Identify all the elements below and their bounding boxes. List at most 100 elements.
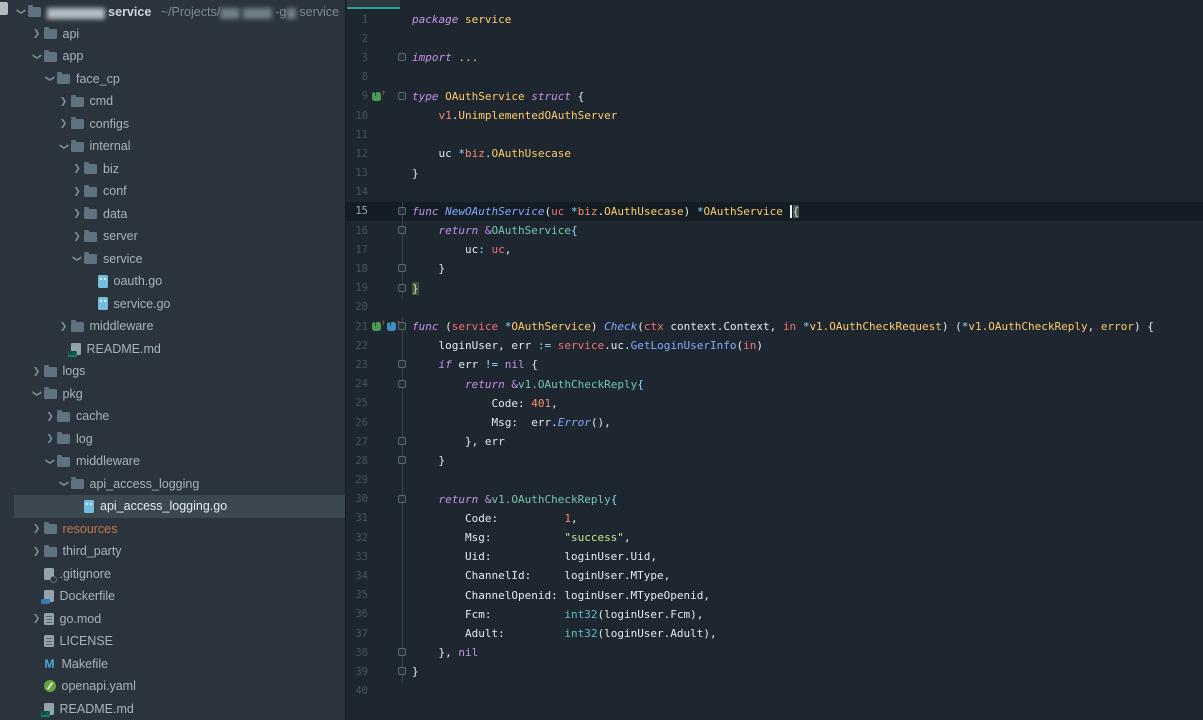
code-line-30[interactable]: 30 return &v1.OAuthCheckReply{ <box>346 490 1203 509</box>
fold-marker-icon[interactable] <box>396 202 412 221</box>
fold-marker-icon[interactable] <box>396 87 412 106</box>
tree-item-dockerfile[interactable]: ❯Dockerfile <box>0 585 345 608</box>
tree-item-readme-md[interactable]: ❯README.md <box>0 698 345 720</box>
code-line-22[interactable]: 22 loginUser, err := service.uc.GetLogin… <box>346 336 1203 355</box>
code-line-33[interactable]: 33 Uid: loginUser.Uid, <box>346 547 1203 566</box>
chevron-down-icon[interactable]: ❯ <box>58 477 69 491</box>
chevron-down-icon[interactable]: ❯ <box>16 4 27 18</box>
code-line-35[interactable]: 35 ChannelOpenid: loginUser.MTypeOpenid, <box>346 586 1203 605</box>
fold-marker-icon[interactable] <box>396 662 412 681</box>
editor-tab-indicator[interactable] <box>347 0 400 9</box>
code-line-21[interactable]: 21func (service *OAuthService) Check(ctx… <box>346 317 1203 336</box>
tree-item--gitignore[interactable]: ❯.gitignore <box>0 563 345 586</box>
fold-marker-icon[interactable] <box>396 375 412 394</box>
fold-marker-icon[interactable] <box>396 259 412 278</box>
fold-marker-icon[interactable] <box>396 317 412 336</box>
fold-marker-icon[interactable] <box>396 432 412 451</box>
chevron-down-icon[interactable]: ❯ <box>58 139 69 153</box>
overrides-blue-icon[interactable] <box>387 322 396 331</box>
chevron-down-icon[interactable]: ❯ <box>31 49 42 63</box>
tree-item-license[interactable]: ❯LICENSE <box>0 630 345 653</box>
tree-item-api-access-logging-go[interactable]: ❯api_access_logging.go <box>0 495 345 518</box>
code-line-16[interactable]: 16 return &OAuthService{ <box>346 221 1203 240</box>
code-line-8[interactable]: 8 <box>346 68 1203 87</box>
tree-item-log[interactable]: ❯log <box>0 428 345 451</box>
code-line-40[interactable]: 40 <box>346 682 1203 701</box>
code-line-27[interactable]: 27 }, err <box>346 432 1203 451</box>
chevron-right-icon[interactable]: ❯ <box>70 208 84 219</box>
code-line-14[interactable]: 14 <box>346 183 1203 202</box>
code-line-3[interactable]: 3import ... <box>346 48 1203 67</box>
code-line-13[interactable]: 13} <box>346 164 1203 183</box>
code-line-1[interactable]: 1package service <box>346 10 1203 29</box>
code-line-19[interactable]: 19} <box>346 279 1203 298</box>
code-line-20[interactable]: 20 <box>346 298 1203 317</box>
code-line-28[interactable]: 28 } <box>346 451 1203 470</box>
code-editor[interactable]: 1package service23import ...89type OAuth… <box>346 0 1203 720</box>
code-line-39[interactable]: 39} <box>346 662 1203 681</box>
fold-marker-icon[interactable] <box>396 48 412 67</box>
chevron-right-icon[interactable]: ❯ <box>70 231 84 242</box>
fold-marker-icon[interactable] <box>396 490 412 509</box>
code-line-2[interactable]: 2 <box>346 29 1203 48</box>
tree-item-resources[interactable]: ❯resources <box>0 518 345 541</box>
implements-green-icon[interactable] <box>372 322 381 331</box>
tree-item-go-mod[interactable]: ❯go.mod <box>0 608 345 631</box>
chevron-down-icon[interactable]: ❯ <box>72 252 83 266</box>
chevron-right-icon[interactable]: ❯ <box>43 411 57 422</box>
tree-item-api[interactable]: ❯api <box>0 23 345 46</box>
code-line-26[interactable]: 26 Msg: err.Error(), <box>346 413 1203 432</box>
chevron-right-icon[interactable]: ❯ <box>57 118 71 129</box>
code-line-36[interactable]: 36 Fcm: int32(loginUser.Fcm), <box>346 605 1203 624</box>
tree-item-third-party[interactable]: ❯third_party <box>0 540 345 563</box>
fold-marker-icon[interactable] <box>396 221 412 240</box>
chevron-down-icon[interactable]: ❯ <box>45 454 56 468</box>
tree-item-internal[interactable]: ❯internal <box>0 135 345 158</box>
chevron-down-icon[interactable]: ❯ <box>31 387 42 401</box>
chevron-right-icon[interactable]: ❯ <box>30 546 44 557</box>
tree-item-data[interactable]: ❯data <box>0 203 345 226</box>
code-line-9[interactable]: 9type OAuthService struct { <box>346 87 1203 106</box>
tree-item-cache[interactable]: ❯cache <box>0 405 345 428</box>
tree-item-middleware[interactable]: ❯middleware <box>0 315 345 338</box>
tree-item-oauth-go[interactable]: ❯oauth.go <box>0 270 345 293</box>
code-line-34[interactable]: 34 ChannelId: loginUser.MType, <box>346 566 1203 585</box>
chevron-right-icon[interactable]: ❯ <box>57 321 71 332</box>
code-line-37[interactable]: 37 Adult: int32(loginUser.Adult), <box>346 624 1203 643</box>
tree-item-configs[interactable]: ❯configs <box>0 113 345 136</box>
tree-item-middleware[interactable]: ❯middleware <box>0 450 345 473</box>
code-line-38[interactable]: 38 }, nil <box>346 643 1203 662</box>
tree-item-conf[interactable]: ❯conf <box>0 180 345 203</box>
chevron-down-icon[interactable]: ❯ <box>45 72 56 86</box>
chevron-right-icon[interactable]: ❯ <box>70 163 84 174</box>
tree-item-openapi-yaml[interactable]: ❯openapi.yaml <box>0 675 345 698</box>
tree-root-row[interactable]: ❯ ▆▆▆▆▆▆ service ~/Projects/▆▆ ▆▆▆ -g▆ s… <box>0 0 345 23</box>
fold-marker-icon[interactable] <box>396 279 412 298</box>
chevron-right-icon[interactable]: ❯ <box>30 366 44 377</box>
implements-green-icon[interactable] <box>372 92 381 101</box>
code-line-23[interactable]: 23 if err != nil { <box>346 355 1203 374</box>
code-line-10[interactable]: 10 v1.UnimplementedOAuthServer <box>346 106 1203 125</box>
chevron-right-icon[interactable]: ❯ <box>30 28 44 39</box>
chevron-right-icon[interactable]: ❯ <box>43 433 57 444</box>
tree-item-pkg[interactable]: ❯pkg <box>0 383 345 406</box>
tree-item-api-access-logging[interactable]: ❯api_access_logging <box>0 473 345 496</box>
chevron-right-icon[interactable]: ❯ <box>57 96 71 107</box>
code-line-24[interactable]: 24 return &v1.OAuthCheckReply{ <box>346 375 1203 394</box>
chevron-right-icon[interactable]: ❯ <box>30 613 44 624</box>
code-line-17[interactable]: 17 uc: uc, <box>346 240 1203 259</box>
code-line-31[interactable]: 31 Code: 1, <box>346 509 1203 528</box>
fold-marker-icon[interactable] <box>396 355 412 374</box>
code-line-29[interactable]: 29 <box>346 471 1203 490</box>
fold-marker-icon[interactable] <box>396 451 412 470</box>
tree-item-server[interactable]: ❯server <box>0 225 345 248</box>
tree-item-service[interactable]: ❯service <box>0 248 345 271</box>
chevron-right-icon[interactable]: ❯ <box>30 523 44 534</box>
fold-marker-icon[interactable] <box>396 643 412 662</box>
tree-item-readme-md[interactable]: ❯README.md <box>0 338 345 361</box>
tree-item-makefile[interactable]: ❯MMakefile <box>0 653 345 676</box>
code-line-12[interactable]: 12 uc *biz.OAuthUsecase <box>346 144 1203 163</box>
tree-item-face-cp[interactable]: ❯face_cp <box>0 68 345 91</box>
chevron-right-icon[interactable]: ❯ <box>70 186 84 197</box>
tree-item-app[interactable]: ❯app <box>0 45 345 68</box>
